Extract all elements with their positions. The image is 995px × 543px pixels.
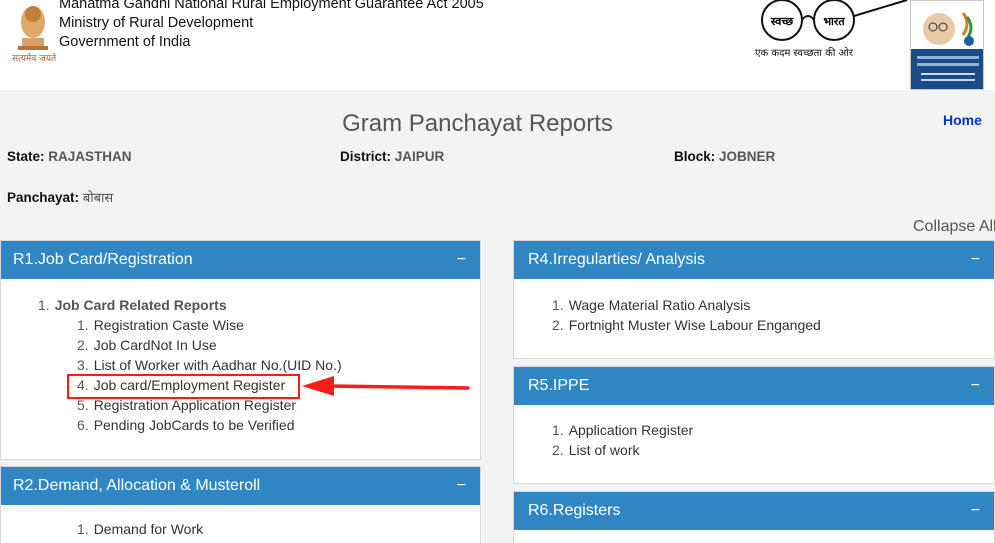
district-label: District: [340,149,392,164]
item-number: 1. [552,297,564,313]
swachh-word1: स्वच्छ [770,15,794,28]
header-line-government: Government of India [59,34,191,50]
panel-r2-collapse-icon[interactable]: − [457,477,468,495]
panel-r4-collapse-icon[interactable]: − [971,251,982,269]
panel-r2-header[interactable]: R2.Demand, Allocation & Musteroll − [1,467,480,505]
header-titles: Mahatma Gandhi National Rural Employment… [59,0,484,52]
panel-r5-body: 1. Application Register 2. List of work [514,405,994,460]
item-number: 4. [77,377,89,393]
district-value: JAIPUR [394,149,445,164]
panel-r2-body: 1. Demand for Work [1,505,480,539]
collapse-all-button[interactable]: Collapse All [913,218,995,236]
panel-r6-registers: R6.Registers − [513,491,995,543]
list-item[interactable]: 3. List of Worker with Aadhar No.(UID No.… [1,355,480,375]
state-value: RAJASTHAN [48,149,132,164]
header-line-act: Mahatma Gandhi National Rural Employment… [59,0,484,12]
panel-r1-body: 1. Job Card Related Reports 1. Registratio… [1,279,480,435]
item-number: 6. [77,417,89,433]
panel-r4-irregularities: R4.Irregularties/ Analysis − 1. Wage Mate… [513,240,995,359]
panel-r6-collapse-icon[interactable]: − [971,502,982,520]
item-label[interactable]: Job card/Employment Register [94,377,285,393]
item-label[interactable]: Registration Caste Wise [94,317,244,333]
mgnrega-logo [910,0,984,90]
panel-r5-collapse-icon[interactable]: − [971,377,982,395]
r5-report-list: 1. Application Register 2. List of work [514,420,994,460]
item-label[interactable]: List of work [569,442,640,458]
list-item[interactable]: 2. Fortnight Muster Wise Labour Enganged [514,315,994,335]
panel-r4-header[interactable]: R4.Irregularties/ Analysis − [514,241,994,279]
item-number: 3. [77,357,89,373]
r1-report-list: 1. Registration Caste Wise 2. Job CardNot … [1,315,480,435]
panel-r4-title: R4.Irregularties/ Analysis [528,251,705,268]
panel-r1-collapse-icon[interactable]: − [457,251,468,269]
home-link[interactable]: Home [943,112,982,128]
item-label[interactable]: Demand for Work [94,521,203,537]
list-item[interactable]: 1. Wage Material Ratio Analysis [514,295,994,315]
panel-r1-job-card: R1.Job Card/Registration − 1. Job Card Re… [0,240,481,460]
item-number: 1. [552,422,564,438]
item-label[interactable]: List of Worker with Aadhar No.(UID No.) [94,357,342,373]
panel-r1-title: R1.Job Card/Registration [13,251,193,268]
list-item[interactable]: 1. Registration Caste Wise [1,315,480,335]
header-line-ministry: Ministry of Rural Development [59,15,254,31]
panel-r5-ippe: R5.IPPE − 1. Application Register 2. List … [513,366,995,484]
district-info: District: JAIPUR [340,149,444,164]
site-header: सत्यमेव जयते Mahatma Gandhi National Rur… [0,0,995,90]
group-title: Job Card Related Reports [54,297,227,313]
block-value: JOBNER [719,149,776,164]
item-label[interactable]: Fortnight Muster Wise Labour Enganged [569,317,821,333]
block-label: Block: [674,149,716,164]
swachh-word2: भारत [823,15,845,28]
swachh-tagline: एक कदम स्वच्छता की ओर [755,48,853,59]
group-number: 1. [38,297,50,313]
panel-r5-header[interactable]: R5.IPPE − [514,367,994,405]
block-info: Block: JOBNER [674,149,775,164]
r4-report-list: 1. Wage Material Ratio Analysis 2. Fortnig… [514,295,994,335]
list-item[interactable]: 2. Job CardNot In Use [1,335,480,355]
list-item[interactable]: 5. Registration Application Register [1,395,480,415]
list-item[interactable]: 6. Pending JobCards to be Verified [1,415,480,435]
list-group-job-card: 1. Job Card Related Reports [1,295,480,315]
item-label[interactable]: Job CardNot In Use [94,337,217,353]
panel-r5-title: R5.IPPE [528,377,590,394]
page-title: Gram Panchayat Reports [342,110,613,137]
panel-r4-body: 1. Wage Material Ratio Analysis 2. Fortnig… [514,279,994,335]
panel-r1-header[interactable]: R1.Job Card/Registration − [1,241,480,279]
item-label[interactable]: Application Register [569,422,694,438]
item-label[interactable]: Wage Material Ratio Analysis [569,297,751,313]
list-item[interactable]: 1. Application Register [514,420,994,440]
list-item[interactable]: 1. Demand for Work [1,519,480,539]
item-number: 2. [552,442,564,458]
emblem-motto: सत्यमेव जयते [12,54,57,64]
item-number: 1. [77,521,89,537]
list-item[interactable]: 2. List of work [514,440,994,460]
item-number: 1. [77,317,89,333]
item-number: 2. [552,317,564,333]
r2-report-list: 1. Demand for Work [1,519,480,539]
item-label[interactable]: Registration Application Register [94,397,296,413]
panchayat-label: Panchayat: [7,190,80,205]
item-number: 5. [77,397,89,413]
panchayat-info: Panchayat: बोबास [7,188,113,206]
list-item[interactable]: 4. Job card/Employment Register [1,375,480,395]
panel-r6-header[interactable]: R6.Registers − [514,492,994,530]
item-label[interactable]: Pending JobCards to be Verified [94,417,295,433]
panel-r2-demand: R2.Demand, Allocation & Musteroll − 1. De… [0,466,481,543]
gandhi-portrait-icon [911,1,983,89]
state-info: State: RAJASTHAN [7,149,132,164]
state-label: State: [7,149,45,164]
panel-r2-title: R2.Demand, Allocation & Musteroll [13,477,261,494]
item-number: 2. [77,337,89,353]
panchayat-value: बोबास [82,191,114,206]
panel-r6-title: R6.Registers [528,502,621,519]
